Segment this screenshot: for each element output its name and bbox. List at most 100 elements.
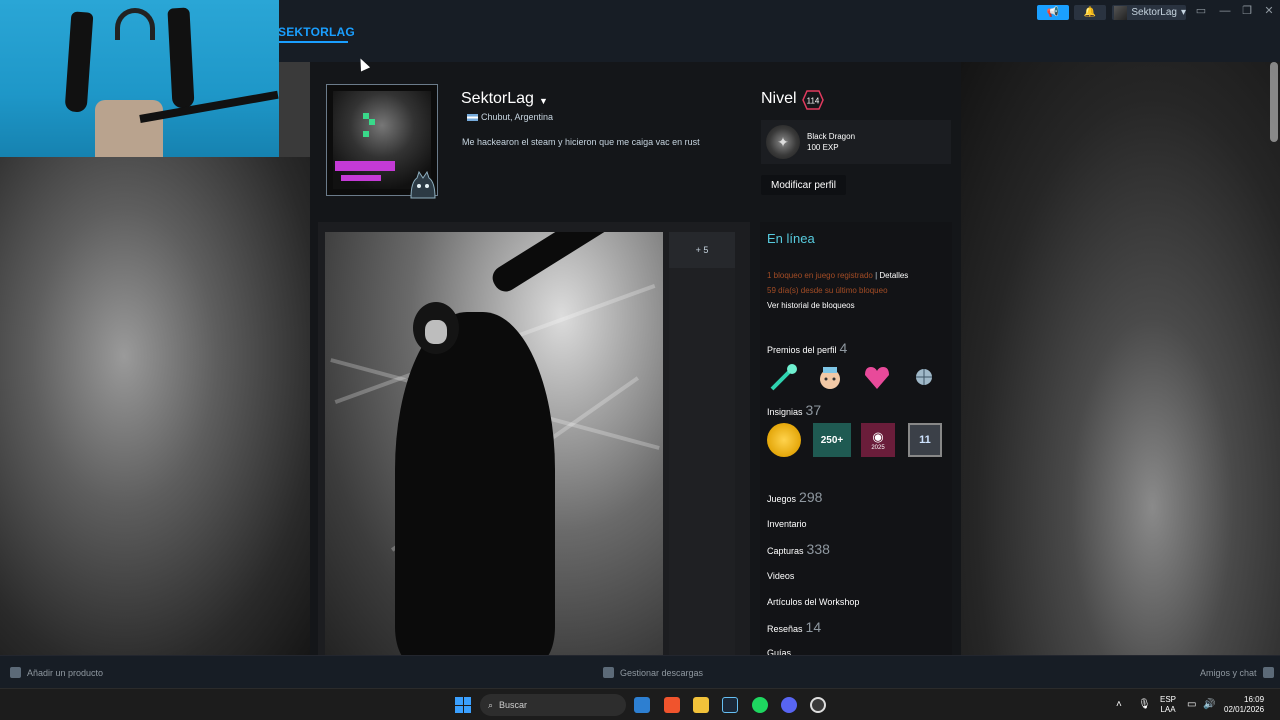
language-code: ESP	[1160, 695, 1177, 704]
tray-chevron-up-icon[interactable]: ˄	[1116, 699, 1122, 710]
chair-image	[95, 100, 163, 157]
videos-link[interactable]: Videos	[767, 571, 794, 581]
badges-count: 37	[805, 402, 822, 418]
dragon-badge-icon: ✦	[766, 125, 800, 159]
profile-name[interactable]: SektorLag	[461, 90, 534, 108]
online-status: En línea	[767, 231, 815, 246]
add-product-button[interactable]: Añadir un producto	[10, 667, 103, 678]
ban-history-link[interactable]: Ver historial de bloqueos	[767, 301, 855, 310]
ban-count-text: 1 bloqueo en juego registrado	[767, 271, 873, 280]
keyboard-language[interactable]: ESP LAA	[1160, 695, 1176, 715]
profile-awards-link[interactable]: Premios del perfil 4	[767, 340, 847, 356]
badges-link[interactable]: Insignias 37	[767, 402, 821, 418]
globe-award-icon[interactable]	[908, 361, 940, 393]
steam-logo-icon: ◉	[872, 429, 884, 444]
friends-chat-label: Amigos y chat	[1200, 667, 1257, 678]
chat-icon	[1262, 667, 1274, 678]
file-explorer-icon[interactable]	[693, 697, 709, 713]
ban-details-link[interactable]: Detalles	[879, 271, 908, 280]
steam-2025-badge-text: 2025	[871, 445, 885, 451]
ban-days-text: 59 día(s) desde su último bloqueo	[767, 286, 888, 295]
steam-2025-badge[interactable]: ◉ 2025	[861, 423, 895, 457]
close-icon[interactable]: ✕	[1262, 4, 1276, 18]
taskbar-search-placeholder: Buscar	[499, 700, 528, 710]
windows-taskbar: ⌕ Buscar ˄ 🎙 ESP LAA ▭ 🔊 16:09 02/01/202…	[0, 688, 1280, 720]
profile-background-left	[0, 157, 310, 655]
notifications-button[interactable]: 🔔	[1074, 5, 1106, 20]
baby-award-icon[interactable]	[814, 361, 846, 393]
games-count: 298	[799, 489, 823, 505]
featured-badge-exp: 100 EXP	[807, 143, 839, 152]
obs-app-icon[interactable]	[810, 697, 826, 713]
ban-separator: |	[875, 271, 878, 280]
showcase-more-button[interactable]: + 5	[669, 232, 735, 268]
performer-silhouette	[395, 312, 555, 655]
level-badge: 114	[802, 90, 824, 110]
photos-app-icon[interactable]	[634, 697, 650, 713]
showcase-artwork-image[interactable]	[325, 232, 663, 655]
profile-background-left-top	[279, 62, 310, 157]
big-picture-icon[interactable]: ▭	[1194, 4, 1208, 18]
keyboard-layout: LAA	[1160, 705, 1176, 714]
search-icon: ⌕	[488, 699, 494, 710]
discord-app-icon[interactable]	[781, 697, 797, 713]
webcam-overlay	[0, 0, 279, 157]
coin-badge-icon[interactable]	[767, 423, 801, 457]
windows-start-icon[interactable]	[455, 697, 471, 713]
steam-bottom-bar: Añadir un producto Gestionar descargas A…	[0, 655, 1280, 688]
add-product-label: Añadir un producto	[27, 667, 104, 678]
avatar-pixel	[363, 131, 369, 137]
reviews-link[interactable]: Reseñas 14	[767, 619, 821, 635]
friends-chat-button[interactable]: Amigos y chat	[1200, 667, 1274, 678]
plus-icon	[10, 667, 21, 678]
games-250-badge[interactable]: 250+	[813, 423, 851, 457]
manage-downloads-button[interactable]: Gestionar descargas	[603, 667, 703, 678]
account-menu-button[interactable]: SektorLag ▾	[1112, 5, 1186, 20]
taskbar-search[interactable]: ⌕ Buscar	[480, 694, 626, 716]
ban-status: 1 bloqueo en juego registrado | Detalles	[767, 271, 908, 280]
nav-title-tab[interactable]: SEKTORLAG	[278, 25, 355, 39]
brave-browser-icon[interactable]	[664, 697, 680, 713]
featured-badge-name: Black Dragon	[807, 132, 856, 141]
steam-app-icon[interactable]	[722, 697, 738, 713]
network-icon[interactable]: ▭	[1187, 699, 1196, 710]
heart-award-icon[interactable]	[861, 361, 893, 393]
chevron-down-icon[interactable]: ▼	[539, 96, 548, 106]
argentina-flag-icon	[467, 114, 478, 121]
maximize-icon[interactable]: ❐	[1240, 4, 1254, 18]
minimize-icon[interactable]: —	[1218, 4, 1232, 18]
cat-avatar-decoration-icon	[410, 170, 436, 199]
megaphone-icon: 📢	[1046, 7, 1060, 18]
avatar-accent	[341, 175, 381, 181]
bell-icon: 🔔	[1083, 7, 1097, 18]
manage-downloads-label: Gestionar descargas	[620, 667, 704, 678]
workshop-link[interactable]: Artículos del Workshop	[767, 597, 859, 607]
avatar-accent	[335, 161, 395, 171]
guitar-image	[64, 11, 94, 113]
clock-date: 02/01/2026	[1224, 705, 1265, 714]
level-value: 114	[807, 97, 820, 106]
inventory-link[interactable]: Inventario	[767, 519, 807, 529]
games-link[interactable]: Juegos 298	[767, 489, 822, 505]
announcements-button[interactable]: 📢	[1037, 5, 1069, 20]
guides-link[interactable]: Guías	[767, 648, 791, 655]
edit-profile-button[interactable]: Modificar perfil	[761, 175, 846, 195]
years-service-badge[interactable]: 11	[908, 423, 942, 457]
featured-badge[interactable]: ✦ Black Dragon 100 EXP	[761, 120, 951, 164]
years-service-badge-text: 11	[919, 434, 931, 446]
comet-award-icon[interactable]	[768, 361, 800, 393]
download-icon	[603, 667, 614, 678]
screenshots-link[interactable]: Capturas 338	[767, 541, 830, 557]
microphone-icon[interactable]: 🎙	[1138, 699, 1151, 710]
system-clock[interactable]: 16:09 02/01/2026	[1224, 695, 1264, 715]
spotify-app-icon[interactable]	[752, 697, 768, 713]
chevron-down-icon: ▾	[1180, 7, 1186, 18]
volume-icon[interactable]: 🔊	[1203, 699, 1215, 710]
avatar	[1114, 5, 1128, 20]
scrollbar[interactable]	[1270, 62, 1278, 142]
games-label: Juegos	[767, 494, 797, 504]
badges-label: Insignias	[767, 407, 803, 417]
level-label: Nivel	[761, 90, 797, 107]
profile-awards-label: Premios del perfil	[767, 345, 837, 355]
account-name: SektorLag	[1131, 7, 1177, 18]
